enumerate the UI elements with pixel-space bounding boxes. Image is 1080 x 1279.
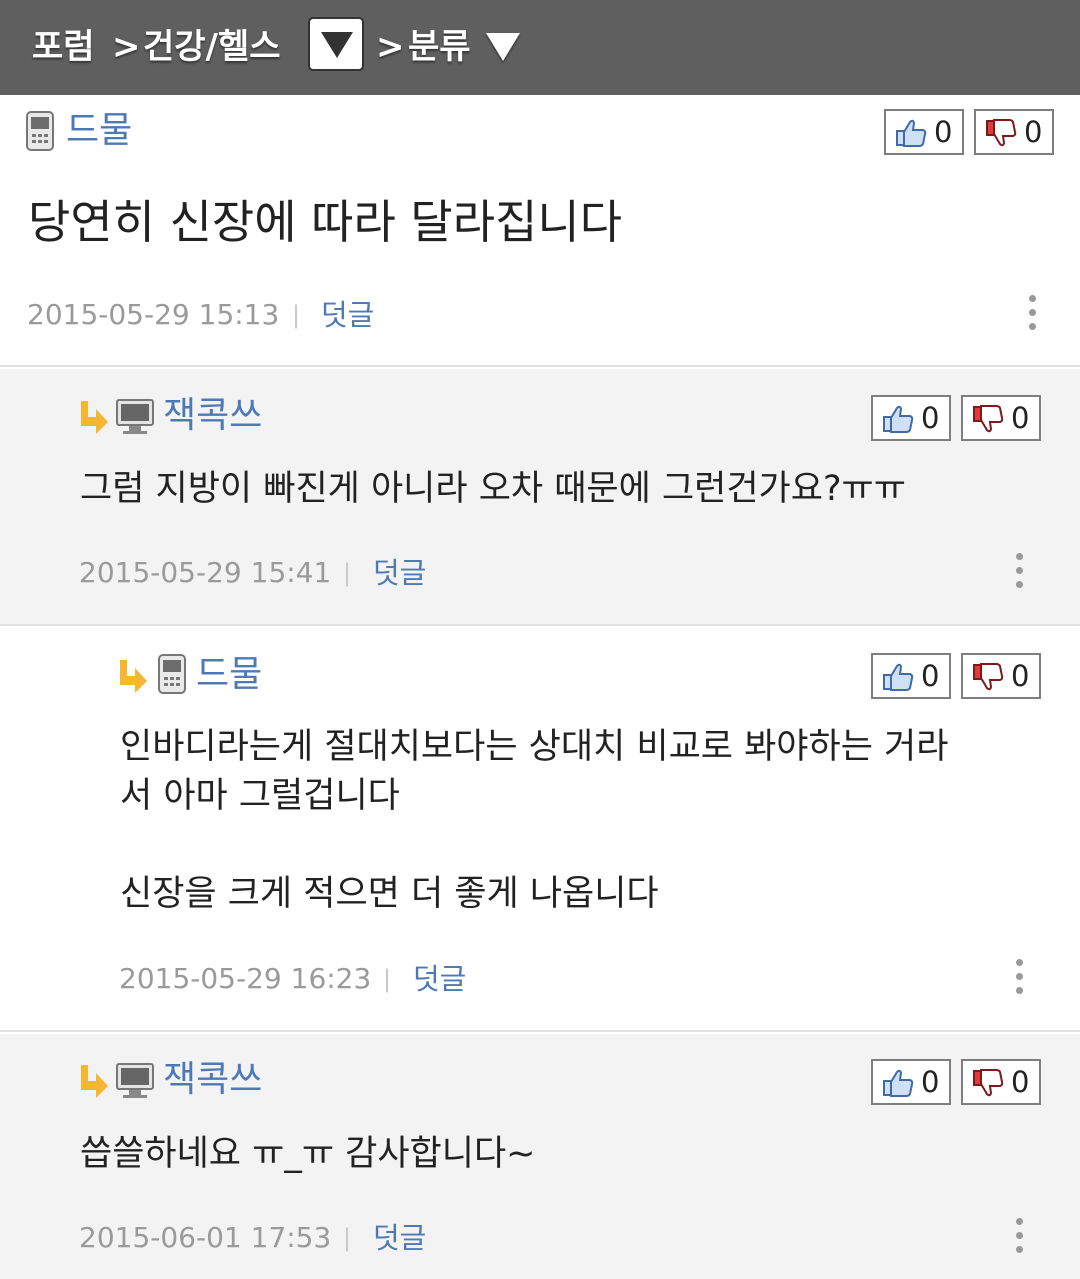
- reply-arrow-icon: [81, 1065, 108, 1098]
- dislike-count: 0: [1011, 1065, 1030, 1099]
- breadcrumb-forum[interactable]: 포럼: [32, 22, 95, 72]
- comment-text: 당연히 신장에 따라 달라집니다: [28, 195, 623, 249]
- like-count: 0: [934, 115, 953, 149]
- divider: |: [343, 1224, 352, 1252]
- more-options-icon[interactable]: [1016, 1218, 1024, 1256]
- dislike-count: 0: [1024, 115, 1043, 149]
- reply-arrow-icon: [81, 401, 108, 434]
- like-button[interactable]: 0: [871, 653, 951, 699]
- comment: 잭콕쓰 0 0 그럼 지방이 빠진게 아니라 오차 때문에 그런건가요?ㅠㅠ 2…: [0, 369, 1080, 626]
- like-count: 0: [921, 401, 940, 435]
- dislike-button[interactable]: 0: [961, 395, 1041, 441]
- thumbs-down-icon: [986, 119, 1017, 147]
- thumbs-up-icon: [896, 119, 927, 147]
- dislike-count: 0: [1011, 401, 1030, 435]
- dropdown-arrow-icon: [321, 32, 353, 58]
- dislike-button[interactable]: 0: [961, 1059, 1041, 1105]
- dislike-button[interactable]: 0: [961, 653, 1041, 699]
- reply-link[interactable]: 덧글: [413, 959, 466, 999]
- like-count: 0: [921, 1065, 940, 1099]
- like-count: 0: [921, 659, 940, 693]
- computer-icon: [116, 1063, 154, 1098]
- comment-text: 그럼 지방이 빠진게 아니라 오차 때문에 그런건가요?ㅠㅠ: [80, 469, 906, 509]
- comment-date: 2015-06-01 17:53: [79, 1221, 332, 1254]
- like-button[interactable]: 0: [871, 395, 951, 441]
- divider: |: [383, 965, 392, 993]
- comment: 잭콕쓰 0 0 씁쓸하네요 ㅠ_ㅠ 감사합니다~ 2015-06-01 17:5…: [0, 1034, 1080, 1279]
- breadcrumb-separator: >: [376, 27, 405, 67]
- breadcrumb-bar: 포럼 > 건강/헬스 > 분류: [0, 0, 1080, 95]
- sort-dropdown-arrow-icon[interactable]: [486, 33, 520, 61]
- phone-icon: [158, 654, 186, 694]
- divider: |: [343, 559, 352, 587]
- divider: |: [292, 301, 301, 329]
- like-button[interactable]: 0: [871, 1059, 951, 1105]
- author-name[interactable]: 잭콕쓰: [163, 394, 262, 438]
- comment-date: 2015-05-29 15:41: [79, 556, 332, 589]
- thumbs-up-icon: [883, 663, 914, 691]
- comment-date: 2015-05-29 16:23: [119, 962, 372, 995]
- breadcrumb-category[interactable]: 건강/헬스: [143, 22, 281, 72]
- comment-text-line: 인바디라는게 절대치보다는 상대치 비교로 봐야하는 거라: [120, 727, 949, 767]
- author-name[interactable]: 드물: [196, 653, 262, 697]
- reply-link[interactable]: 덧글: [373, 1218, 426, 1258]
- thumbs-up-icon: [883, 405, 914, 433]
- thumbs-down-icon: [973, 1069, 1004, 1097]
- dislike-count: 0: [1011, 659, 1030, 693]
- comment-date: 2015-05-29 15:13: [27, 298, 280, 331]
- author-name[interactable]: 잭콕쓰: [163, 1058, 262, 1102]
- category-dropdown-button[interactable]: [308, 17, 364, 71]
- reply-link[interactable]: 덧글: [373, 553, 426, 593]
- dislike-button[interactable]: 0: [974, 109, 1054, 155]
- like-button[interactable]: 0: [884, 109, 964, 155]
- phone-icon: [26, 111, 54, 151]
- comment-text-line: 신장을 크게 적으면 더 좋게 나옵니다: [120, 874, 659, 914]
- author-name[interactable]: 드물: [66, 109, 132, 153]
- comment-text: 씁쓸하네요 ㅠ_ㅠ 감사합니다~: [80, 1134, 536, 1174]
- comment: 드물 0 0 당연히 신장에 따라 달라집니다 2015-05-29 15:13…: [0, 95, 1080, 367]
- comment-text-line: 서 아마 그럴겁니다: [120, 776, 400, 816]
- thumbs-down-icon: [973, 663, 1004, 691]
- reply-arrow-icon: [120, 660, 147, 693]
- comment: 드물 0 0 인바디라는게 절대치보다는 상대치 비교로 봐야하는 거라 서 아…: [0, 628, 1080, 1032]
- more-options-icon[interactable]: [1016, 553, 1024, 591]
- sort-dropdown-label[interactable]: 분류: [408, 22, 471, 72]
- computer-icon: [116, 399, 154, 434]
- breadcrumb-separator: >: [112, 27, 141, 67]
- thumbs-up-icon: [883, 1069, 914, 1097]
- more-options-icon[interactable]: [1029, 295, 1037, 333]
- more-options-icon[interactable]: [1016, 959, 1024, 997]
- thumbs-down-icon: [973, 405, 1004, 433]
- reply-link[interactable]: 덧글: [321, 295, 374, 335]
